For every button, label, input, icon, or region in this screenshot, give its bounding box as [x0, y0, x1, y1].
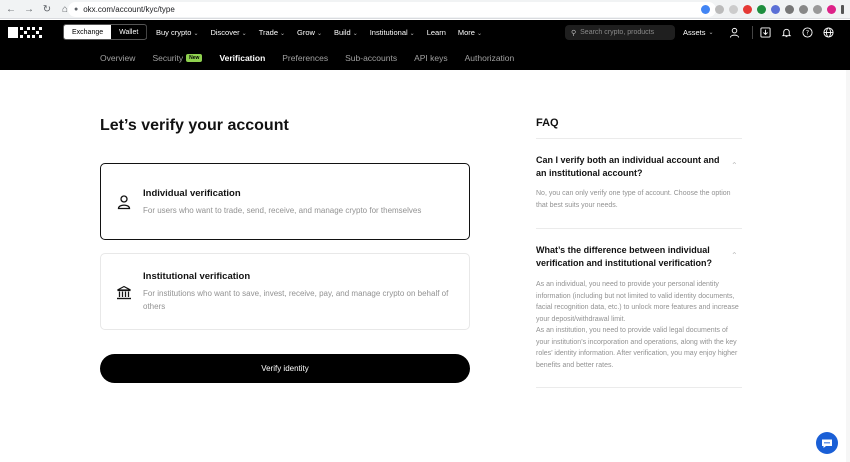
- divider: [536, 228, 742, 229]
- divider: [536, 387, 742, 388]
- option-description: For institutions who want to save, inves…: [143, 289, 449, 311]
- svg-text:?: ?: [805, 28, 808, 36]
- kebab-menu-icon[interactable]: [841, 5, 844, 14]
- chevron-down-icon: ⌄: [280, 31, 286, 37]
- extension-blue-icon[interactable]: [771, 5, 780, 14]
- menu-learn[interactable]: Learn: [427, 28, 446, 37]
- user-icon[interactable]: [728, 26, 740, 38]
- option-title: Institutional verification: [143, 271, 251, 282]
- search-input[interactable]: ⚲ Search crypto, products: [565, 25, 675, 40]
- chevron-down-icon: ⌄: [476, 31, 483, 37]
- person-icon: [116, 194, 132, 210]
- search-icon: ⚲: [571, 29, 577, 37]
- forward-icon[interactable]: →: [22, 2, 36, 16]
- extension-red-icon[interactable]: [743, 5, 752, 14]
- google-icon[interactable]: [701, 5, 710, 14]
- extensions-area: [701, 2, 844, 17]
- menu-grow[interactable]: Grow ⌄: [297, 28, 322, 37]
- profile-avatar-icon[interactable]: [827, 5, 836, 14]
- tab-authorization[interactable]: Authorization: [465, 53, 515, 63]
- chevron-up-icon[interactable]: ⌃: [731, 251, 738, 260]
- new-badge: New: [186, 53, 203, 62]
- bookmark-icon[interactable]: [729, 5, 738, 14]
- share-icon[interactable]: [715, 5, 724, 14]
- menu-institutional[interactable]: Institutional ⌄: [370, 28, 415, 37]
- tab-security-label: Security: [152, 52, 184, 63]
- chevron-down-icon: ⌄: [241, 31, 247, 37]
- account-subnav: Overview Security New Verification Prefe…: [0, 45, 850, 70]
- divider: [536, 138, 742, 139]
- option-title: Individual verification: [143, 188, 241, 199]
- menu-more[interactable]: More ⌄: [458, 28, 482, 37]
- extension-green-icon[interactable]: [757, 5, 766, 14]
- tab-overview[interactable]: Overview: [100, 53, 135, 63]
- wallet-tab[interactable]: Wallet: [111, 25, 146, 39]
- extension-fx-icon[interactable]: [785, 5, 794, 14]
- institution-icon: [116, 285, 132, 301]
- reload-icon[interactable]: ↻: [40, 2, 54, 16]
- tab-api-keys[interactable]: API keys: [414, 53, 448, 63]
- faq-answer: No, you can only verify one type of acco…: [536, 190, 731, 209]
- browser-toolbar: ← → ↻ ⌂ ● okx.com/account/kyc/type: [0, 0, 850, 19]
- chevron-up-icon[interactable]: ⌃: [731, 161, 738, 170]
- option-description: For users who want to trade, send, recei…: [143, 206, 422, 215]
- faq-question[interactable]: Can I verify both an individual account …: [536, 154, 726, 179]
- lock-icon: ●: [74, 6, 79, 13]
- chevron-down-icon: ⌄: [316, 31, 322, 37]
- chevron-down-icon: ⌄: [409, 31, 415, 37]
- institutional-verification-option[interactable]: Institutional verification For instituti…: [100, 253, 470, 330]
- tab-verification[interactable]: Verification: [219, 53, 265, 63]
- verify-identity-button[interactable]: Verify identity: [100, 354, 470, 383]
- individual-verification-option[interactable]: Individual verification For users who wa…: [100, 163, 470, 240]
- globe-icon[interactable]: [822, 26, 834, 38]
- chevron-down-icon: ⌄: [352, 31, 358, 37]
- menu-trade[interactable]: Trade ⌄: [259, 28, 285, 37]
- faq-title: FAQ: [536, 117, 559, 129]
- main-menu: Buy crypto ⌄ Discover ⌄ Trade ⌄ Grow ⌄ Build…: [156, 20, 494, 45]
- help-icon[interactable]: ?: [801, 26, 813, 38]
- page-title: Let’s verify your account: [100, 117, 289, 134]
- chevron-down-icon: ⌄: [708, 30, 714, 36]
- scrollbar[interactable]: [846, 70, 850, 462]
- exchange-wallet-toggle: Exchange Wallet: [63, 24, 148, 40]
- address-bar[interactable]: ● okx.com/account/kyc/type: [68, 2, 716, 17]
- download-icon[interactable]: [759, 26, 771, 38]
- tab-preferences[interactable]: Preferences: [282, 53, 328, 63]
- chevron-down-icon: ⌄: [193, 31, 199, 37]
- back-icon[interactable]: ←: [4, 2, 18, 16]
- sidebar-icon[interactable]: [813, 5, 822, 14]
- assets-label: Assets: [683, 28, 706, 37]
- url-text: okx.com/account/kyc/type: [83, 5, 175, 14]
- faq-answer: As an institution, you need to provide v…: [536, 327, 738, 369]
- okx-logo[interactable]: [8, 27, 48, 38]
- faq-question[interactable]: What’s the difference between individual…: [536, 244, 726, 269]
- assets-menu[interactable]: Assets ⌄: [683, 20, 714, 45]
- chat-icon: [822, 439, 832, 448]
- chat-button[interactable]: [816, 432, 838, 454]
- search-placeholder: Search crypto, products: [580, 29, 655, 36]
- tab-security[interactable]: Security New: [152, 52, 203, 63]
- menu-buy-crypto[interactable]: Buy crypto ⌄: [156, 28, 198, 37]
- divider: [146, 26, 147, 39]
- top-navigation: Exchange Wallet Buy crypto ⌄ Discover ⌄ Tr…: [0, 20, 850, 45]
- puzzle-icon[interactable]: [799, 5, 808, 14]
- bell-icon[interactable]: [780, 26, 792, 38]
- faq-answer: As an individual, you need to provide yo…: [536, 281, 739, 323]
- exchange-tab[interactable]: Exchange: [64, 25, 112, 39]
- divider: [752, 26, 753, 39]
- tab-sub-accounts[interactable]: Sub-accounts: [345, 53, 397, 63]
- menu-discover[interactable]: Discover ⌄: [210, 28, 246, 37]
- menu-build[interactable]: Build ⌄: [334, 28, 358, 37]
